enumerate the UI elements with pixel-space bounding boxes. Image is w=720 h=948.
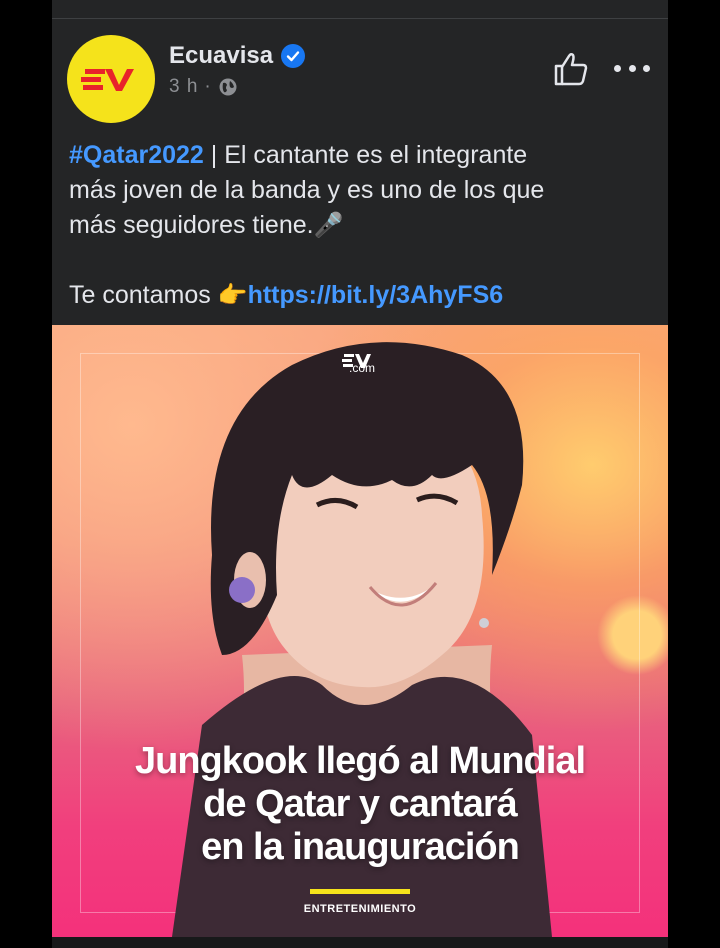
- verified-badge-icon: [281, 44, 306, 68]
- hashtag-link[interactable]: #Qatar2022: [69, 141, 204, 169]
- post-text-line2: más joven de la banda y es uno de los qu…: [69, 176, 545, 204]
- post-cta-line: Te contamos 👉https://bit.ly/3AhyFS6: [69, 278, 659, 313]
- article-link[interactable]: https://bit.ly/3AhyFS6: [248, 281, 504, 309]
- image-headline: Jungkook llegó al Mundial de Qatar y can…: [52, 740, 668, 869]
- microphone-icon: 🎤: [313, 212, 344, 239]
- author-name[interactable]: Ecuavisa: [169, 42, 273, 70]
- post-text: #Qatar2022 | El cantante es el integrant…: [69, 138, 659, 313]
- author-row: Ecuavisa: [169, 42, 306, 70]
- globe-icon: [219, 78, 237, 96]
- divider: [52, 18, 668, 19]
- more-options-icon[interactable]: [614, 56, 650, 80]
- headline-line2: de Qatar y cantará: [203, 783, 518, 825]
- post-text-line1: #Qatar2022 | El cantante es el integrant…: [69, 138, 659, 173]
- pointing-hand-icon: 👉: [217, 282, 248, 309]
- like-icon[interactable]: [552, 50, 590, 88]
- post-text-segment: más seguidores tiene.: [69, 211, 314, 239]
- post-text-line3: más seguidores tiene.🎤: [69, 208, 659, 243]
- headline-line3: en la inauguración: [201, 826, 520, 868]
- post-card: Ecuavisa 3 h · #Qatar2022 | El cantante …: [52, 0, 668, 948]
- category-label: ENTRETENIMIENTO: [303, 903, 417, 915]
- post-meta: 3 h ·: [169, 76, 238, 98]
- cta-text: Te contamos: [69, 281, 218, 309]
- accent-bar: [310, 889, 410, 894]
- page-avatar[interactable]: [67, 35, 155, 123]
- ecuavisa-logo-icon: [81, 69, 134, 91]
- post-time[interactable]: 3 h: [169, 76, 198, 98]
- headline-line1: Jungkook llegó al Mundial: [134, 740, 586, 782]
- post-text-segment: | El cantante es el integrante: [203, 141, 528, 169]
- watermark-domain: .com: [348, 361, 375, 375]
- meta-separator: ·: [204, 76, 212, 97]
- bottom-divider: [52, 937, 668, 948]
- post-image[interactable]: .com Jungkook llegó al Mundial de Qatar …: [52, 325, 668, 937]
- post-header: Ecuavisa 3 h ·: [52, 30, 668, 123]
